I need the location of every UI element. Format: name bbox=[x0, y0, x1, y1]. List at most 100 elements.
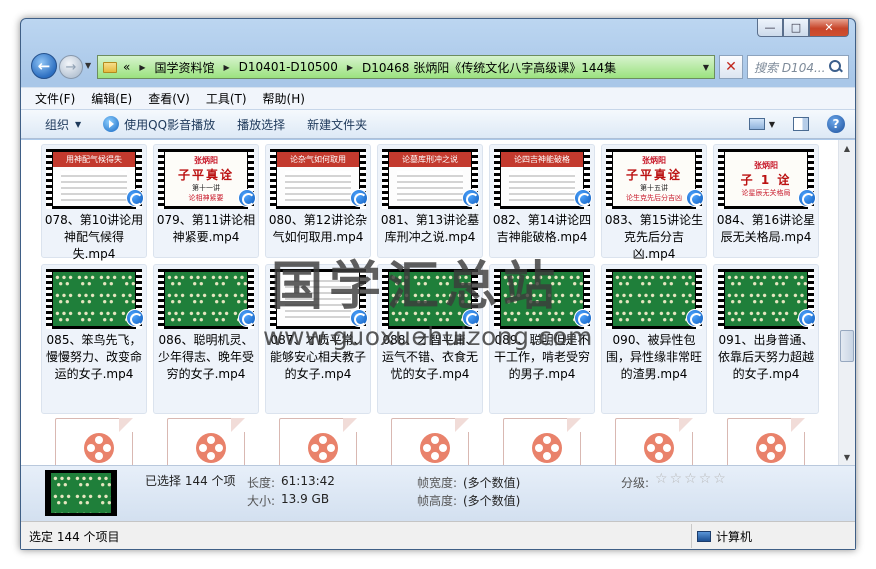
rating-stars[interactable]: ☆ ☆ ☆ ☆ ☆ bbox=[655, 471, 728, 487]
file-tile-media[interactable] bbox=[265, 418, 371, 465]
file-tile-media[interactable] bbox=[601, 418, 707, 465]
video-frame bbox=[613, 272, 695, 326]
chevron-right-icon[interactable]: ▶ bbox=[347, 63, 353, 72]
recent-pages-dropdown-icon[interactable]: ▼ bbox=[85, 61, 91, 70]
search-icon[interactable] bbox=[828, 59, 844, 75]
qq-player-badge-icon bbox=[574, 309, 592, 327]
frame-height-label: 帧高度: bbox=[417, 494, 458, 508]
media-file-icon bbox=[55, 418, 133, 465]
star-icon[interactable]: ☆ bbox=[713, 471, 726, 487]
star-icon[interactable]: ☆ bbox=[699, 471, 712, 487]
film-strip-edge bbox=[46, 149, 52, 209]
media-file-icon bbox=[615, 418, 693, 465]
selection-thumbnail bbox=[45, 470, 117, 516]
film-strip-edge bbox=[382, 269, 388, 329]
file-tile-video[interactable]: 张炳阳 子平真诠 第十五讲 论生克先后分吉凶 083、第15讲论生克先后分吉凶.mp4 bbox=[601, 144, 707, 261]
file-tile-video[interactable]: 085、笨鸟先飞，慢慢努力、改变命运的女子.mp4 bbox=[41, 264, 147, 414]
file-tile-video[interactable]: 张炳阳 子平真诠 第十一讲 论相神紧要 079、第11讲论相神紧要.mp4 bbox=[153, 144, 259, 258]
slide-heading: 论四吉神能破格 bbox=[501, 152, 583, 167]
search-input[interactable]: 搜索 D104... bbox=[747, 55, 849, 79]
qq-player-badge-icon bbox=[238, 189, 256, 207]
toolbar-right: ▼ ? bbox=[748, 115, 845, 133]
file-tile-media[interactable] bbox=[41, 418, 147, 465]
breadcrumb-item[interactable]: D10468 张炳阳《传统文化八字高级课》144集 bbox=[362, 59, 616, 76]
play-selection-button[interactable]: 播放选择 bbox=[237, 116, 285, 133]
back-button[interactable]: ← bbox=[31, 53, 57, 79]
help-icon[interactable]: ? bbox=[827, 115, 845, 133]
breadcrumb-overflow[interactable]: « bbox=[123, 60, 130, 74]
file-tile-video[interactable]: 089、聪明但是不干工作，啃老受穷的男子.mp4 bbox=[489, 264, 595, 414]
scroll-up-icon[interactable]: ▲ bbox=[839, 140, 855, 156]
length-label: 长度: bbox=[247, 476, 276, 490]
file-name: 086、聪明机灵、少年得志、晚年受穷的女子.mp4 bbox=[157, 333, 254, 381]
file-tile-video[interactable]: 086、聪明机灵、少年得志、晚年受穷的女子.mp4 bbox=[153, 264, 259, 414]
title-card-text: 张炳阳 bbox=[194, 156, 218, 165]
qq-player-badge-icon bbox=[686, 309, 704, 327]
star-icon[interactable]: ☆ bbox=[684, 471, 697, 487]
file-tile-media[interactable] bbox=[713, 418, 819, 465]
organize-button[interactable]: 组织 ▼ bbox=[45, 116, 81, 133]
file-tile-video[interactable]: 091、出身普通、依靠后天努力超越的女子.mp4 bbox=[713, 264, 819, 414]
change-view-icon[interactable] bbox=[748, 118, 765, 130]
chart-table-body bbox=[285, 276, 351, 320]
slide-body bbox=[397, 171, 463, 201]
file-tile-media[interactable] bbox=[153, 418, 259, 465]
file-tile-video[interactable]: 张炳阳子 1 诠论星辰无关格局 084、第16讲论星辰无关格局.mp4 bbox=[713, 144, 819, 258]
menu-view[interactable]: 查看(V) bbox=[148, 90, 190, 107]
vertical-scrollbar[interactable]: ▲ ▼ bbox=[838, 140, 855, 465]
file-tile-video[interactable]: 用神配气候得失 078、第10讲论用神配气候得失.mp4 bbox=[41, 144, 147, 261]
qq-player-badge-icon bbox=[350, 309, 368, 327]
minimize-button[interactable]: — bbox=[757, 19, 783, 37]
film-reel-icon bbox=[196, 433, 226, 463]
menu-edit[interactable]: 编辑(E) bbox=[91, 90, 132, 107]
scroll-thumb[interactable] bbox=[840, 330, 854, 362]
title-card-text: 张炳阳 bbox=[754, 161, 778, 170]
video-frame: 论墓库刑冲之说 bbox=[389, 152, 471, 206]
file-tile-video[interactable]: 087、才质平常、能够安心相夫教子的女子.mp4 bbox=[265, 264, 371, 414]
scroll-down-icon[interactable]: ▼ bbox=[839, 449, 855, 465]
slide-body bbox=[61, 171, 127, 201]
video-frame bbox=[725, 272, 807, 326]
forward-button[interactable]: → bbox=[59, 55, 83, 79]
film-strip-edge bbox=[46, 269, 52, 329]
file-tile-video[interactable]: 论四吉神能破格 082、第14讲论四吉神能破格.mp4 bbox=[489, 144, 595, 258]
star-icon[interactable]: ☆ bbox=[670, 471, 683, 487]
media-file-icon bbox=[503, 418, 581, 465]
address-bar[interactable]: « ▶ 国学资料馆 ▶ D10401-D10500 ▶ D10468 张炳阳《传… bbox=[97, 55, 715, 79]
title-card-text: 论星辰无关格局 bbox=[741, 189, 791, 197]
menu-tools[interactable]: 工具(T) bbox=[206, 90, 247, 107]
star-icon[interactable]: ☆ bbox=[655, 471, 668, 487]
address-dropdown-icon[interactable]: ▼ bbox=[698, 63, 714, 72]
film-reel-icon bbox=[644, 433, 674, 463]
stop-button[interactable]: ✕ bbox=[719, 55, 743, 79]
new-folder-button[interactable]: 新建文件夹 bbox=[307, 116, 367, 133]
film-reel-icon bbox=[756, 433, 786, 463]
close-button[interactable]: ✕ bbox=[809, 19, 849, 37]
maximize-button[interactable]: □ bbox=[783, 19, 809, 37]
film-strip-edge bbox=[606, 269, 612, 329]
menu-file[interactable]: 文件(F) bbox=[35, 90, 75, 107]
breadcrumb-item[interactable]: 国学资料馆 bbox=[155, 59, 215, 76]
menu-bar: 文件(F) 编辑(E) 查看(V) 工具(T) 帮助(H) bbox=[21, 87, 855, 109]
file-tile-media[interactable] bbox=[377, 418, 483, 465]
file-tile-video[interactable]: 088、才智平庸、运气不错、衣食无忧的女子.mp4 bbox=[377, 264, 483, 414]
view-options-dropdown-icon[interactable]: ▼ bbox=[769, 120, 775, 129]
file-tile-video[interactable]: 论墓库刑冲之说 081、第13讲论墓库刑冲之说.mp4 bbox=[377, 144, 483, 258]
play-with-qq-button[interactable]: 使用QQ影音播放 bbox=[103, 116, 215, 133]
preview-pane-icon[interactable] bbox=[793, 117, 809, 131]
qq-player-badge-icon bbox=[238, 309, 256, 327]
file-name: 078、第10讲论用神配气候得失.mp4 bbox=[44, 213, 144, 261]
file-tile-media[interactable] bbox=[489, 418, 595, 465]
file-tile-video[interactable]: 090、被异性包围，异性缘非常旺的渣男.mp4 bbox=[601, 264, 707, 414]
media-file-icon bbox=[279, 418, 357, 465]
menu-help[interactable]: 帮助(H) bbox=[263, 90, 305, 107]
size-value: 13.9 GB bbox=[281, 492, 330, 506]
slide-body bbox=[509, 171, 575, 201]
video-frame: 论杂气如何取用 bbox=[277, 152, 359, 206]
chevron-right-icon[interactable]: ▶ bbox=[139, 63, 145, 72]
film-strip-edge bbox=[382, 149, 388, 209]
breadcrumb-item[interactable]: D10401-D10500 bbox=[239, 60, 338, 74]
qq-player-badge-icon bbox=[350, 189, 368, 207]
chevron-right-icon[interactable]: ▶ bbox=[224, 63, 230, 72]
file-tile-video[interactable]: 论杂气如何取用 080、第12讲论杂气如何取用.mp4 bbox=[265, 144, 371, 258]
